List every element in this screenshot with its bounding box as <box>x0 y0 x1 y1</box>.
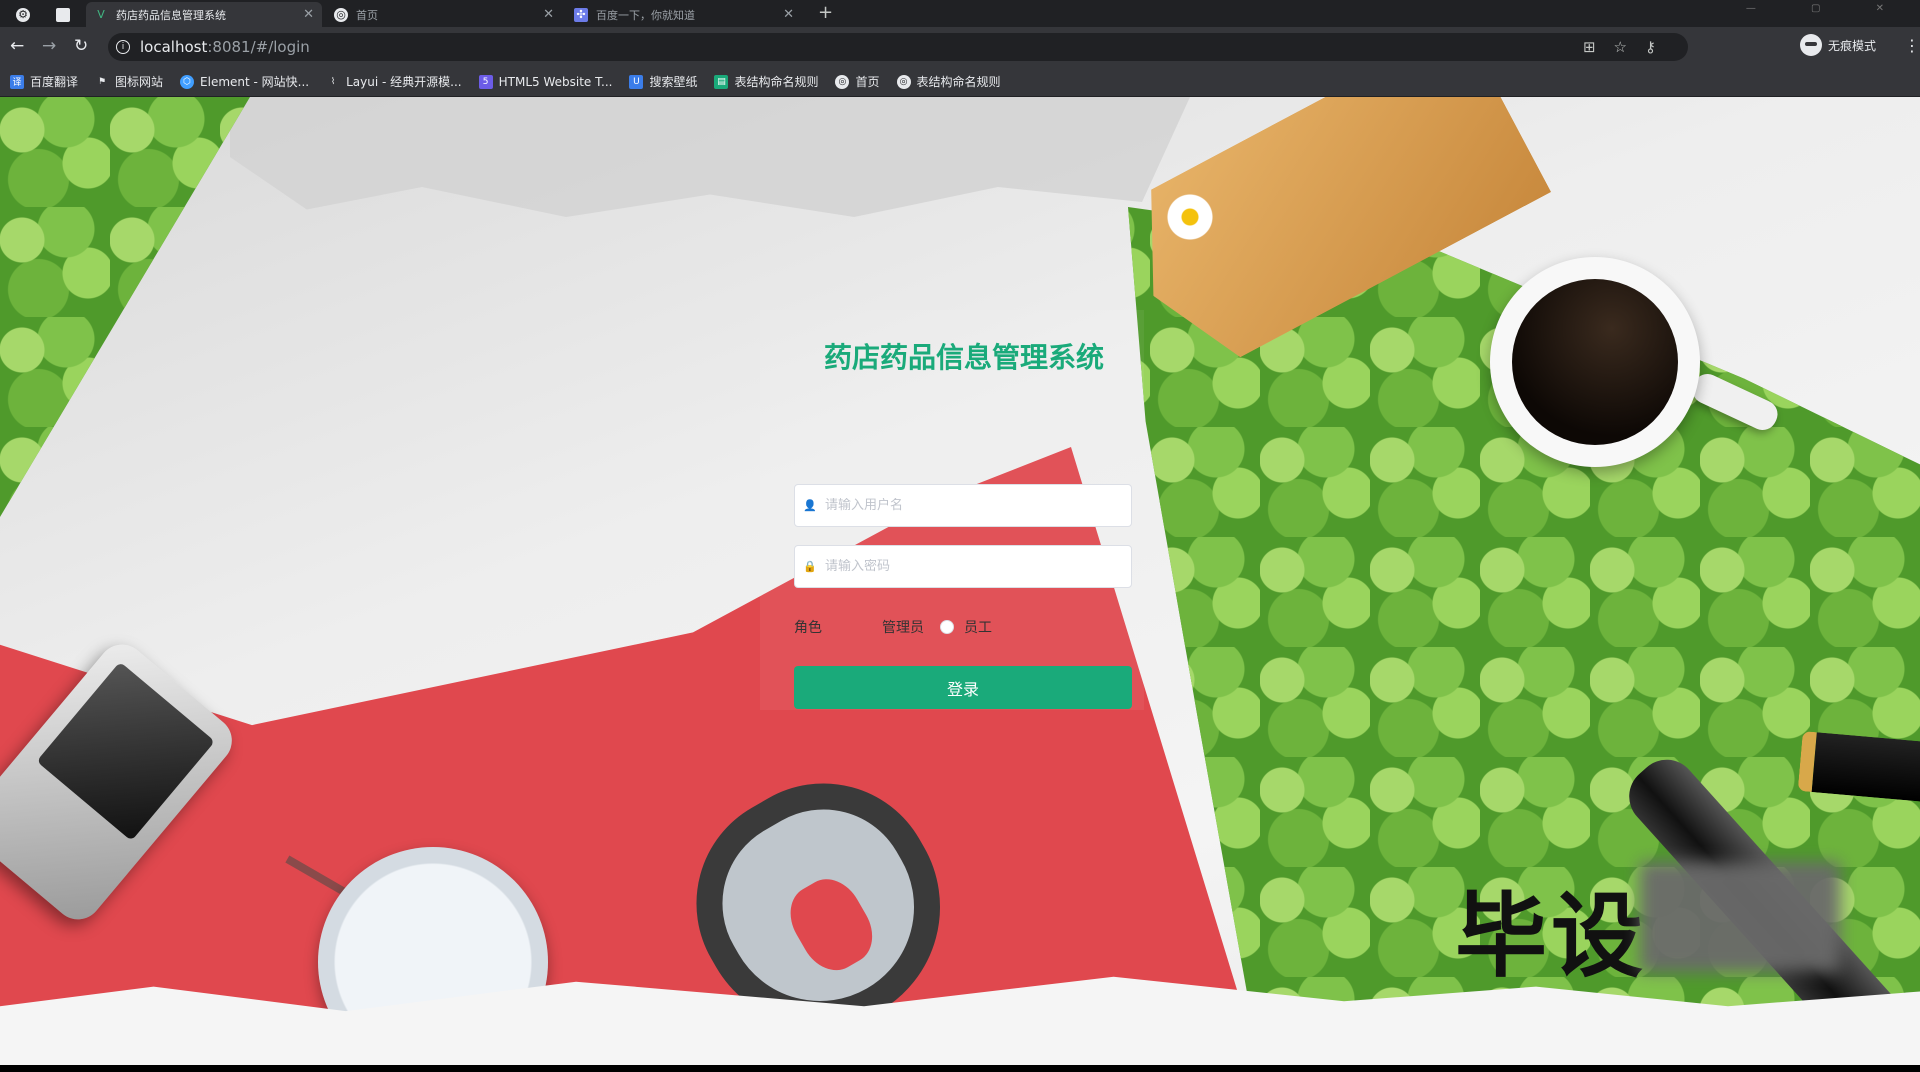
tab-login[interactable]: V 药店药品信息管理系统 ✕ <box>86 2 322 27</box>
translate-icon[interactable]: ⊞ <box>1583 38 1614 56</box>
username-field[interactable]: 👤 <box>794 484 1132 527</box>
address-bar[interactable]: i localhost:8081/#/login ⊞☆⚷ <box>108 33 1688 61</box>
user-icon: 👤 <box>803 499 817 512</box>
login-button[interactable]: 登录 <box>794 666 1132 709</box>
bookmark-label: 首页 <box>855 75 880 89</box>
username-input[interactable] <box>825 498 1115 513</box>
baidu-icon: ✣ <box>574 7 588 22</box>
flag-icon: ⚑ <box>97 76 107 87</box>
doc-icon: ▤ <box>714 74 729 89</box>
daisy-image <box>1165 192 1215 242</box>
radio-button[interactable] <box>858 620 872 634</box>
browser-tab-bar: ⚙ V 药店药品信息管理系统 ✕ ◎ 首页 ✕ ✣ 百度一下，你就知道 ✕ + … <box>0 0 1920 27</box>
role-selector: 角色 管理员 员工 <box>794 617 1008 637</box>
password-input[interactable] <box>825 559 1115 574</box>
role-label: 角色 <box>794 620 822 636</box>
info-icon[interactable]: i <box>116 40 130 54</box>
bookmark-item[interactable]: ◎ 首页 <box>835 73 880 90</box>
vue-icon: V <box>97 8 105 21</box>
bookmark-item[interactable]: ⬡ Element - 网站快... <box>180 73 309 90</box>
bookmark-item[interactable]: ◎ 表结构命名规则 <box>896 73 1001 90</box>
bookmark-label: 图标网站 <box>115 75 164 89</box>
star-icon[interactable]: ☆ <box>1614 38 1645 56</box>
close-icon[interactable]: ✕ <box>543 7 554 22</box>
browser-toolbar: ← → ↻ i localhost:8081/#/login ⊞☆⚷ <box>0 27 1920 67</box>
close-icon[interactable]: ✕ <box>303 7 314 22</box>
radio-label: 员工 <box>964 620 992 636</box>
globe-icon: ◎ <box>835 74 850 89</box>
pen-cap-image <box>1797 731 1920 803</box>
role-radio-admin[interactable]: 管理员 <box>858 617 924 637</box>
bookmark-item[interactable]: 5 HTML5 Website T... <box>478 74 613 89</box>
bookmark-item[interactable]: ⌇ Layui - 经典开源模... <box>326 73 462 90</box>
tab-strip-icon[interactable] <box>48 2 88 27</box>
tab-home[interactable]: ◎ 首页 ✕ <box>326 2 562 27</box>
globe-icon: ◎ <box>896 74 911 89</box>
url-text[interactable]: localhost:8081/#/login <box>140 38 310 56</box>
incognito-icon <box>1800 34 1822 56</box>
bookmark-label: 百度翻译 <box>30 75 79 89</box>
radio-button[interactable] <box>940 620 954 634</box>
close-icon[interactable]: ✕ <box>783 7 794 22</box>
coffee-cup-image <box>1490 257 1700 467</box>
bookmark-label: Element - 网站快... <box>200 75 310 89</box>
layui-icon: ⌇ <box>330 76 336 87</box>
url-host: localhost <box>140 38 208 56</box>
translate-icon: 译 <box>10 74 24 89</box>
browser-menu-icon[interactable]: ⚙ <box>8 2 48 27</box>
html5-icon: 5 <box>478 74 493 89</box>
bookmarks-bar: 译百度翻译 ⚑ 图标网站 ⬡ Element - 网站快... ⌇ Layui - 经… <box>0 67 1920 97</box>
url-path: :8081/#/login <box>207 38 310 56</box>
forward-icon[interactable]: → <box>42 36 56 56</box>
address-bar-actions[interactable]: ⊞☆⚷ <box>1583 38 1674 56</box>
key-icon[interactable]: ⚷ <box>1645 38 1674 56</box>
page-title: 药店药品信息管理系统 <box>823 341 1104 374</box>
blurred-watermark <box>1640 862 1840 972</box>
back-icon[interactable]: ← <box>10 36 24 56</box>
bookmark-label: 表结构命名规则 <box>916 75 1001 89</box>
bookmark-item[interactable]: 译百度翻译 <box>10 73 78 90</box>
profile-label: 无痕模式 <box>1828 38 1877 53</box>
element-icon: ⬡ <box>180 74 195 89</box>
bookmark-item[interactable]: U 搜索壁纸 <box>629 73 697 90</box>
window-controls[interactable]: — ▢ ✕ <box>1746 3 1910 14</box>
bookmark-label: HTML5 Website T... <box>498 74 613 89</box>
new-tab-button[interactable]: + <box>818 2 833 23</box>
more-menu-icon[interactable]: ⋮ <box>1904 36 1920 55</box>
password-field[interactable]: 🔒 <box>794 545 1132 588</box>
role-radio-staff[interactable]: 员工 <box>940 617 992 637</box>
bookmark-label: 表结构命名规则 <box>734 75 819 89</box>
bookmark-item[interactable]: ▤ 表结构命名规则 <box>714 73 818 90</box>
bookmark-item[interactable]: ⚑ 图标网站 <box>95 73 163 90</box>
tab-title: 首页 <box>356 8 378 22</box>
wallpaper-icon: U <box>629 74 644 89</box>
radio-label: 管理员 <box>882 620 924 636</box>
incognito-profile[interactable]: 无痕模式 <box>1800 34 1876 56</box>
bookmark-label: Layui - 经典开源模... <box>346 75 462 89</box>
watermark-text: 毕设 <box>1455 883 1648 990</box>
lock-icon: 🔒 <box>803 560 817 573</box>
tab-title: 百度一下，你就知道 <box>596 8 695 22</box>
bookmark-label: 搜索壁纸 <box>649 75 698 89</box>
tab-title: 药店药品信息管理系统 <box>116 8 226 22</box>
globe-icon: ◎ <box>334 7 348 22</box>
tab-baidu[interactable]: ✣ 百度一下，你就知道 ✕ <box>566 2 802 27</box>
reload-icon[interactable]: ↻ <box>74 36 88 56</box>
